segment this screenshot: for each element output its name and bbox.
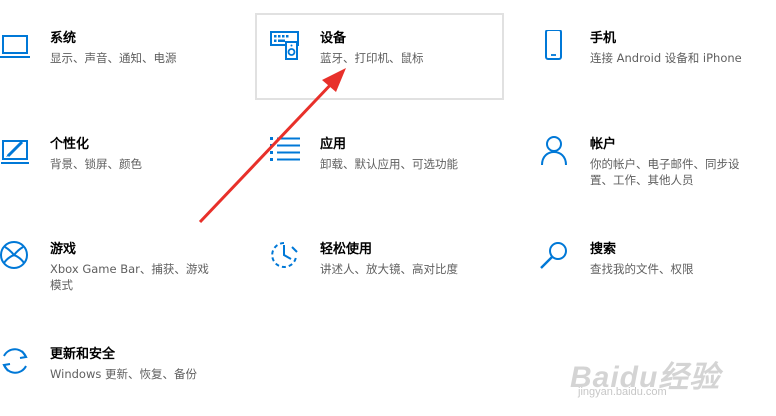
ease-of-access-icon [270, 241, 306, 277]
watermark-url: jingyan.baidu.com [578, 386, 667, 398]
settings-tile-ease-of-access[interactable]: 轻松使用 讲述人、放大镜、高对比度 [270, 241, 500, 301]
tile-description: 背景、锁屏、颜色 [50, 157, 142, 171]
tile-description: 显示、声音、通知、电源 [50, 51, 177, 65]
settings-tile-search[interactable]: 搜索 查找我的文件、权限 [540, 241, 776, 301]
tile-description: 你的帐户、电子邮件、同步设置、工作、其他人员 [590, 157, 740, 187]
search-icon [540, 241, 576, 277]
settings-tile-devices[interactable]: 设备 蓝牙、打印机、鼠标 [270, 30, 500, 90]
update-icon [0, 346, 36, 382]
tile-title: 游戏 [50, 242, 77, 257]
tile-description: 卸载、默认应用、可选功能 [320, 157, 458, 171]
tile-description: 讲述人、放大镜、高对比度 [320, 262, 458, 276]
tile-title: 系统 [50, 31, 77, 46]
settings-tile-apps[interactable]: 应用 卸载、默认应用、可选功能 [270, 136, 500, 196]
tile-title: 更新和安全 [50, 347, 116, 362]
tile-description: 查找我的文件、权限 [590, 262, 694, 276]
xbox-icon [0, 241, 36, 277]
tile-description: Xbox Game Bar、捕获、游戏模式 [50, 262, 209, 292]
settings-tile-update-security[interactable]: 更新和安全 Windows 更新、恢复、备份 [0, 346, 230, 406]
person-icon [540, 136, 576, 172]
laptop-icon [0, 30, 36, 66]
tile-title: 轻松使用 [320, 242, 373, 257]
settings-tile-gaming[interactable]: 游戏 Xbox Game Bar、捕获、游戏模式 [0, 241, 230, 301]
tile-title: 搜索 [590, 242, 617, 257]
watermark-logo: Baidu经验 jingyan.baidu.com [570, 346, 760, 404]
tile-title: 手机 [590, 31, 617, 46]
tile-title: 设备 [320, 31, 347, 46]
tile-description: Windows 更新、恢复、备份 [50, 367, 197, 381]
tile-description: 蓝牙、打印机、鼠标 [320, 51, 424, 65]
settings-tile-personalization[interactable]: 个性化 背景、锁屏、颜色 [0, 136, 230, 196]
settings-tile-system[interactable]: 系统 显示、声音、通知、电源 [0, 30, 230, 90]
settings-tile-accounts[interactable]: 帐户 你的帐户、电子邮件、同步设置、工作、其他人员 [540, 136, 776, 196]
tile-title: 个性化 [50, 137, 90, 152]
phone-icon [540, 30, 576, 66]
settings-tile-phone[interactable]: 手机 连接 Android 设备和 iPhone [540, 30, 776, 90]
apps-list-icon [270, 136, 306, 172]
tile-title: 应用 [320, 137, 347, 152]
tile-description: 连接 Android 设备和 iPhone [590, 51, 742, 65]
personalization-icon [0, 136, 36, 172]
tile-title: 帐户 [590, 137, 617, 152]
devices-icon [270, 30, 306, 66]
